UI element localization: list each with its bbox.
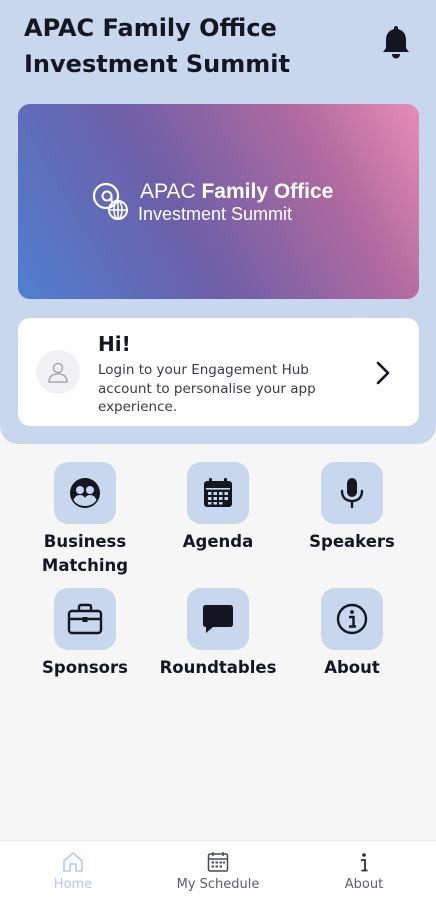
calendar-icon	[158, 849, 278, 875]
chat-bubble-icon	[203, 605, 233, 633]
calendar-icon	[204, 478, 232, 507]
greeting: Hi!	[98, 332, 131, 356]
banner-title-line2: Investment Summit	[138, 204, 293, 224]
banner-title-bold: Family Office	[201, 180, 334, 203]
icon-tile	[54, 462, 116, 524]
home-icon	[13, 849, 133, 875]
menu-item-label: About	[324, 658, 380, 677]
nav-item-my-schedule[interactable]: My Schedule	[158, 849, 278, 892]
microphone-icon	[340, 478, 364, 508]
user-icon	[48, 362, 68, 383]
menu-item-sponsors[interactable]: Sponsors	[18, 588, 152, 680]
icon-tile	[54, 588, 116, 650]
nav-item-about[interactable]: About	[304, 849, 424, 892]
avatar	[36, 350, 80, 394]
icon-tile	[187, 462, 249, 524]
event-banner[interactable]: APAC Family Office Investment Summit	[18, 104, 419, 299]
banner-title-regular: APAC	[140, 180, 202, 203]
bottom-nav: Home My Schedule About	[0, 840, 436, 900]
menu-item-label: Business Matching	[41, 532, 129, 575]
icon-tile	[187, 588, 249, 650]
nav-label: Home	[53, 877, 93, 892]
briefcase-icon	[67, 603, 103, 635]
banner-title-line1: APAC Family Office	[140, 180, 333, 204]
menu-item-label: Speakers	[309, 532, 395, 551]
menu-item-label: Roundtables	[159, 658, 277, 677]
menu-item-business-matching[interactable]: Business Matching	[18, 462, 152, 578]
menu-item-label: Agenda	[182, 532, 254, 551]
menu-item-speakers[interactable]: Speakers	[285, 462, 419, 554]
icon-tile	[321, 588, 383, 650]
nav-item-home[interactable]: Home	[13, 849, 133, 892]
info-icon	[336, 603, 368, 635]
login-message: Login to your Engagement Hub account to …	[98, 362, 316, 415]
bell-icon[interactable]	[378, 22, 414, 62]
menu-item-label: Sponsors	[42, 658, 128, 677]
menu-item-about[interactable]: About	[285, 588, 419, 680]
business-matching-icon	[70, 478, 100, 508]
icon-tile	[321, 462, 383, 524]
menu-item-agenda[interactable]: Agenda	[151, 462, 285, 554]
info-icon	[304, 849, 424, 875]
page-title: APAC Family Office Investment Summit	[24, 14, 290, 78]
nav-label: My Schedule	[176, 877, 260, 892]
nav-label: About	[344, 877, 384, 892]
menu-item-roundtables[interactable]: Roundtables	[151, 588, 285, 680]
login-card[interactable]: Hi! Login to your Engagement Hub account…	[18, 318, 419, 426]
summit-logo-icon	[90, 178, 136, 224]
chevron-right-icon[interactable]	[374, 360, 392, 386]
